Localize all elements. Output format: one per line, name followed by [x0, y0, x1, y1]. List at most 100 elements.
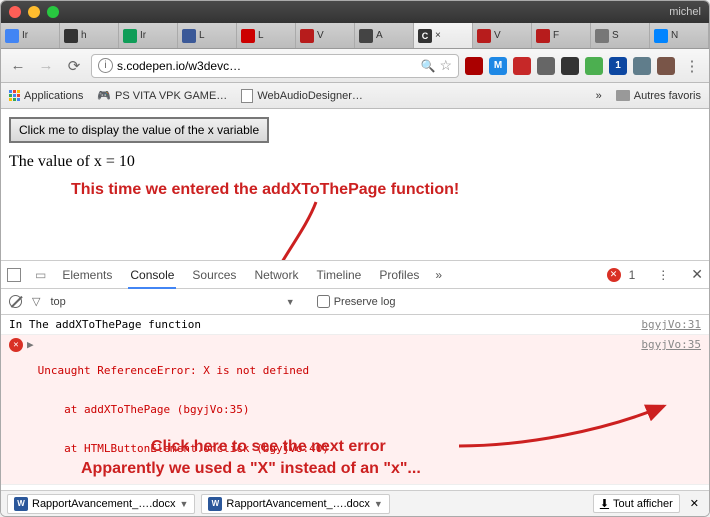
extension-icon[interactable]	[465, 57, 483, 75]
preserve-log-input[interactable]	[317, 295, 330, 308]
menu-button[interactable]: ⋮	[681, 55, 703, 77]
browser-tab[interactable]: Ir	[1, 23, 60, 48]
gamepad-icon: 🎮	[97, 89, 111, 102]
extension-icon[interactable]	[633, 57, 651, 75]
favicon	[300, 29, 314, 43]
apps-shortcut[interactable]: Applications	[9, 90, 83, 102]
address-bar: ← → ⟳ i s.codepen.io/w3devc… 🔍 ☆ M 1 ⋮	[1, 49, 709, 83]
devtools-settings-icon[interactable]: ⋮	[657, 268, 669, 282]
extension-icon[interactable]	[561, 57, 579, 75]
browser-tab[interactable]: V	[473, 23, 532, 48]
preserve-log-checkbox[interactable]: Preserve log	[317, 295, 396, 308]
url-field[interactable]: i s.codepen.io/w3devc… 🔍 ☆	[91, 54, 459, 78]
url-text: s.codepen.io/w3devc…	[117, 59, 241, 73]
extension-icon[interactable]	[657, 57, 675, 75]
browser-tab[interactable]: S	[591, 23, 650, 48]
maximize-window-button[interactable]	[47, 6, 59, 18]
profile-name[interactable]: michel	[669, 6, 701, 18]
favicon	[5, 29, 19, 43]
error-counter[interactable]: ✕ 1	[607, 268, 636, 282]
download-icon: ⬇	[600, 497, 609, 510]
browser-tab[interactable]: F	[532, 23, 591, 48]
forward-button[interactable]: →	[35, 55, 57, 77]
browser-tab[interactable]: L	[237, 23, 296, 48]
devtools-tab-profiles[interactable]: Profiles	[377, 261, 421, 289]
download-item-1[interactable]: W RapportAvancement_….docx ▼	[7, 494, 195, 514]
devtools-close-icon[interactable]: ✕	[691, 266, 703, 283]
apps-icon	[9, 90, 20, 101]
word-file-icon: W	[208, 497, 222, 511]
bookmarks-bar: Applications 🎮 PS VITA VPK GAME… WebAudi…	[1, 83, 709, 109]
minimize-window-button[interactable]	[28, 6, 40, 18]
browser-window: michel IrhIrLLVAC×VFSN ← → ⟳ i s.codepen…	[0, 0, 710, 517]
extension-icon[interactable]: M	[489, 57, 507, 75]
bookmark-star-icon[interactable]: ☆	[439, 57, 452, 74]
bookmark-item-webaudio[interactable]: WebAudioDesigner…	[241, 89, 363, 103]
site-info-icon[interactable]: i	[98, 58, 113, 73]
show-all-downloads[interactable]: ⬇ Tout afficher	[593, 494, 680, 513]
tab-label: S	[612, 30, 619, 41]
favicon	[359, 29, 373, 43]
page-output-text: The value of x = 10	[9, 153, 701, 171]
browser-tab[interactable]: A	[355, 23, 414, 48]
inspect-element-icon[interactable]	[7, 268, 21, 282]
extension-icon[interactable]	[537, 57, 555, 75]
browser-tab[interactable]: N	[650, 23, 709, 48]
browser-tab[interactable]: V	[296, 23, 355, 48]
error-icon: ✕	[607, 268, 621, 282]
clear-console-icon[interactable]	[9, 295, 22, 308]
extension-icon[interactable]: 1	[609, 57, 627, 75]
bookmark-item-psvita[interactable]: 🎮 PS VITA VPK GAME…	[97, 89, 227, 102]
chevron-down-icon[interactable]: ▼	[374, 499, 383, 509]
extension-icon[interactable]	[513, 57, 531, 75]
tab-label: N	[671, 30, 678, 41]
search-in-page-icon[interactable]: 🔍	[420, 59, 435, 73]
reload-button[interactable]: ⟳	[63, 55, 85, 77]
bookmark-overflow[interactable]: »	[596, 90, 602, 102]
other-bookmarks[interactable]: Autres favoris	[616, 90, 701, 102]
console-toolbar: ▽ top ▼ Preserve log	[1, 289, 709, 315]
browser-tab[interactable]: L	[178, 23, 237, 48]
annotation-1: This time we entered the addXToThePage f…	[71, 181, 459, 199]
tab-label: Ir	[22, 30, 28, 41]
tab-label: h	[81, 30, 87, 41]
close-window-button[interactable]	[9, 6, 21, 18]
word-file-icon: W	[14, 497, 28, 511]
back-button[interactable]: ←	[7, 55, 29, 77]
favicon	[595, 29, 609, 43]
tab-label: V	[494, 30, 501, 41]
download-bar: W RapportAvancement_….docx ▼ W RapportAv…	[1, 490, 709, 516]
tab-strip: IrhIrLLVAC×VFSN	[1, 23, 709, 49]
close-download-bar[interactable]: ✕	[686, 497, 703, 510]
filter-icon[interactable]: ▽	[32, 295, 40, 308]
extension-icon[interactable]	[585, 57, 603, 75]
log-source-link[interactable]: bgyjVo:31	[641, 318, 701, 331]
devtools-tab-network[interactable]: Network	[252, 261, 300, 289]
devtools-tab-timeline[interactable]: Timeline	[314, 261, 363, 289]
browser-tab[interactable]: Ir	[119, 23, 178, 48]
expand-error-icon[interactable]: ▶	[27, 338, 34, 481]
titlebar: michel	[1, 1, 709, 23]
favicon: C	[418, 29, 432, 43]
page-content: Click me to display the value of the x v…	[1, 109, 709, 516]
favicon	[654, 29, 668, 43]
tab-label: A	[376, 30, 383, 41]
devtools-tabs-overflow[interactable]: »	[435, 268, 442, 282]
devtools-tab-elements[interactable]: Elements	[60, 261, 114, 289]
log-message: In The addXToThePage function	[9, 318, 641, 331]
error-icon: ✕	[9, 338, 23, 352]
context-selector[interactable]: top	[50, 296, 65, 308]
context-dropdown-icon[interactable]: ▼	[286, 297, 295, 307]
browser-tab[interactable]: C×	[414, 23, 473, 48]
error-source-link[interactable]: bgyjVo:35	[641, 338, 701, 481]
device-toggle-icon[interactable]: ▭	[35, 268, 46, 282]
chevron-down-icon[interactable]: ▼	[180, 499, 189, 509]
devtools-tab-sources[interactable]: Sources	[190, 261, 238, 289]
devtools-tab-console[interactable]: Console	[128, 261, 176, 289]
stack-frame-1[interactable]: at addXToThePage (bgyjVo:35)	[38, 403, 642, 416]
tab-label: F	[553, 30, 559, 41]
annotation-3: Apparently we used a "X" instead of an "…	[81, 460, 421, 478]
display-x-button[interactable]: Click me to display the value of the x v…	[9, 117, 269, 143]
browser-tab[interactable]: h	[60, 23, 119, 48]
download-item-2[interactable]: W RapportAvancement_….docx ▼	[201, 494, 389, 514]
